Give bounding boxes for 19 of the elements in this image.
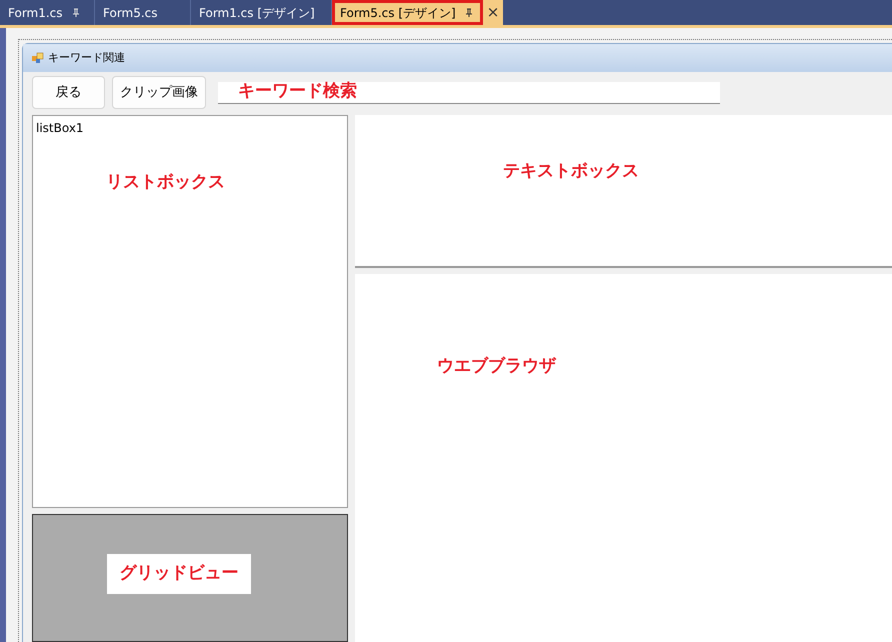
text-box[interactable]: テキストボックス <box>355 115 892 268</box>
form-button[interactable]: 戻る <box>32 76 105 109</box>
annotation-label: キーワード検索 <box>238 80 357 104</box>
search-field[interactable]: キーワード検索 <box>218 82 720 104</box>
document-tab[interactable]: Form5.cs [デザイン] <box>332 0 483 25</box>
annotation-label: ウエブブラウザ <box>437 356 556 376</box>
form-button[interactable]: クリップ画像 <box>112 76 206 109</box>
form-title: キーワード関連 <box>48 50 125 66</box>
list-box[interactable]: listBox1 リストボックス <box>32 115 348 508</box>
pin-icon[interactable] <box>464 8 474 18</box>
annotation-label: リストボックス <box>106 172 225 192</box>
form-icon <box>32 52 44 64</box>
grid-view[interactable]: グリッドビュー <box>32 514 348 642</box>
annotation-label: テキストボックス <box>503 161 639 181</box>
annotation-label: グリッドビュー <box>120 562 238 586</box>
close-button[interactable]: × <box>482 0 504 25</box>
document-tab[interactable]: Form1.cs <box>0 0 95 25</box>
document-tab[interactable]: Form5.cs <box>95 0 191 25</box>
list-item[interactable]: listBox1 <box>36 119 347 137</box>
